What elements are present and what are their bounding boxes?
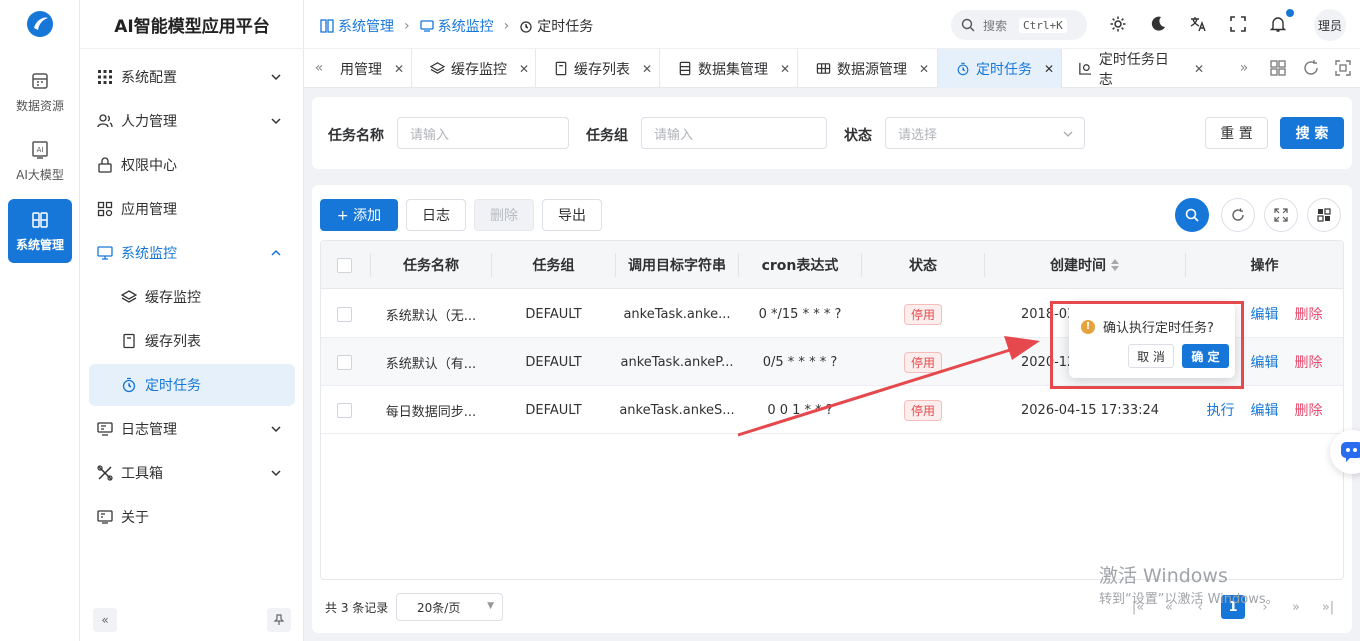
total-records: 共 3 条记录 — [325, 601, 389, 615]
caret-down-icon: ▼ — [487, 601, 494, 611]
activation-watermark-subtitle: 转到“设置”以激活 Windows。 — [1099, 592, 1279, 607]
chat-bot-icon — [1341, 442, 1360, 462]
page-size-value: 20条/页 — [417, 600, 461, 615]
jump-next-icon[interactable]: » — [1284, 595, 1308, 619]
activation-watermark-title: 激活 Windows — [1099, 565, 1228, 587]
last-page-icon[interactable]: »| — [1316, 595, 1340, 619]
page-size-select[interactable]: 20条/页 ▼ — [396, 593, 503, 621]
annotation-highlight-box — [1050, 301, 1244, 389]
